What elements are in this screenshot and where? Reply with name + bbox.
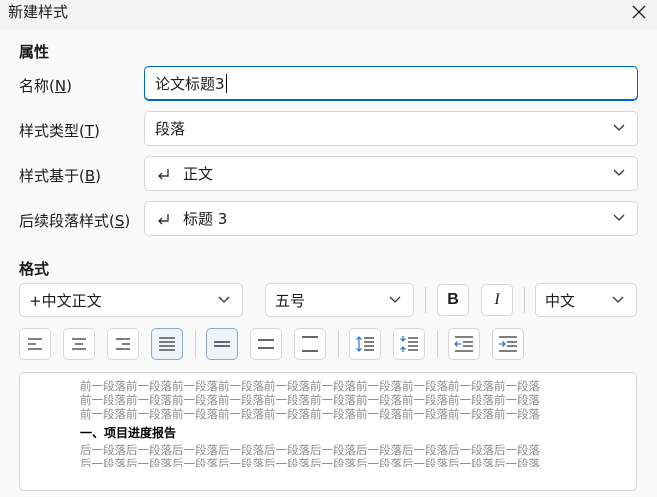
- font-select[interactable]: +中文正文: [19, 283, 243, 317]
- separator: [338, 330, 339, 358]
- preview-prev-paragraph-line: 前一段落前一段落前一段落前一段落前一段落前一段落前一段落前一段落前一段落前一段落: [80, 407, 540, 421]
- chevron-down-icon: [613, 169, 625, 176]
- chevron-down-icon: [613, 214, 625, 221]
- align-right-icon: [116, 338, 130, 350]
- separator: [437, 330, 438, 358]
- preview-next-paragraph-line: 后一段落后一段落后一段落后一段落后一段落后一段落后一段落后一段落后一段落后一段落: [80, 458, 540, 467]
- line-spacing-double-icon: [302, 336, 318, 352]
- align-left-button[interactable]: [19, 328, 51, 360]
- paragraph-space-increase-icon: [356, 336, 374, 352]
- bold-icon: B: [447, 291, 459, 308]
- title-bar: 新建样式: [0, 0, 657, 24]
- line-spacing-single-button[interactable]: [206, 328, 238, 360]
- chevron-down-icon: [218, 296, 230, 303]
- paragraph-return-icon: [158, 168, 169, 179]
- separator: [195, 330, 196, 358]
- text-caret: [225, 74, 227, 93]
- align-center-icon: [72, 338, 86, 350]
- based-on-value: 正文: [183, 165, 214, 183]
- name-input-value: 论文标题3: [155, 75, 225, 93]
- based-on-label: 样式基于(B): [19, 167, 102, 185]
- script-value: 中文: [545, 291, 576, 310]
- paragraph-return-icon: [158, 213, 169, 224]
- name-label: 名称(N): [19, 77, 72, 95]
- preview-prev-paragraph-line: 前一段落前一段落前一段落前一段落前一段落前一段落前一段落前一段落前一段落前一段落: [80, 379, 540, 393]
- italic-button[interactable]: I: [481, 284, 513, 316]
- line-spacing-1-5-icon: [258, 339, 274, 349]
- bold-button[interactable]: B: [437, 284, 469, 316]
- font-size-select[interactable]: 五号: [265, 283, 414, 317]
- window-title: 新建样式: [8, 3, 69, 21]
- style-type-label: 样式类型(T): [19, 122, 100, 140]
- properties-section-title: 属性: [19, 43, 50, 61]
- separator: [425, 287, 426, 313]
- indent-increase-button[interactable]: [492, 328, 524, 360]
- justify-icon: [159, 337, 175, 351]
- line-spacing-1-5-button[interactable]: [250, 328, 282, 360]
- next-style-value: 标题 3: [183, 210, 228, 228]
- space-increase-button[interactable]: [349, 328, 381, 360]
- paragraph-space-decrease-icon: [400, 336, 418, 352]
- next-style-select[interactable]: 标题 3: [144, 201, 638, 236]
- justify-button[interactable]: [151, 328, 183, 360]
- style-type-value: 段落: [155, 120, 186, 138]
- indent-increase-icon: [499, 336, 517, 352]
- chevron-down-icon: [612, 296, 624, 303]
- italic-icon: I: [494, 291, 500, 308]
- line-spacing-single-icon: [214, 341, 230, 347]
- style-type-select[interactable]: 段落: [144, 111, 638, 146]
- close-icon: [632, 5, 646, 19]
- next-style-label: 后续段落样式(S): [19, 212, 131, 230]
- script-select[interactable]: 中文: [535, 283, 637, 317]
- space-decrease-button[interactable]: [393, 328, 425, 360]
- align-center-button[interactable]: [63, 328, 95, 360]
- align-right-button[interactable]: [107, 328, 139, 360]
- based-on-select[interactable]: 正文: [144, 156, 638, 191]
- preview-prev-paragraph-line: 前一段落前一段落前一段落前一段落前一段落前一段落前一段落前一段落前一段落前一段落: [80, 393, 540, 407]
- separator: [524, 287, 525, 313]
- font-size-value: 五号: [275, 291, 306, 310]
- indent-decrease-button[interactable]: [448, 328, 480, 360]
- style-preview: 前一段落前一段落前一段落前一段落前一段落前一段落前一段落前一段落前一段落前一段落…: [19, 372, 637, 491]
- format-section-title: 格式: [19, 260, 50, 278]
- close-button[interactable]: [624, 0, 654, 24]
- font-value: +中文正文: [29, 291, 102, 310]
- name-input[interactable]: 论文标题3: [144, 66, 638, 101]
- align-left-icon: [28, 338, 42, 350]
- chevron-down-icon: [613, 124, 625, 131]
- indent-decrease-icon: [454, 336, 473, 352]
- line-spacing-double-button[interactable]: [294, 328, 326, 360]
- preview-sample-heading: 一、项目进度报告: [80, 426, 177, 440]
- chevron-down-icon: [389, 296, 401, 303]
- preview-next-paragraph-line: 后一段落后一段落后一段落后一段落后一段落后一段落后一段落后一段落后一段落后一段落: [80, 443, 540, 457]
